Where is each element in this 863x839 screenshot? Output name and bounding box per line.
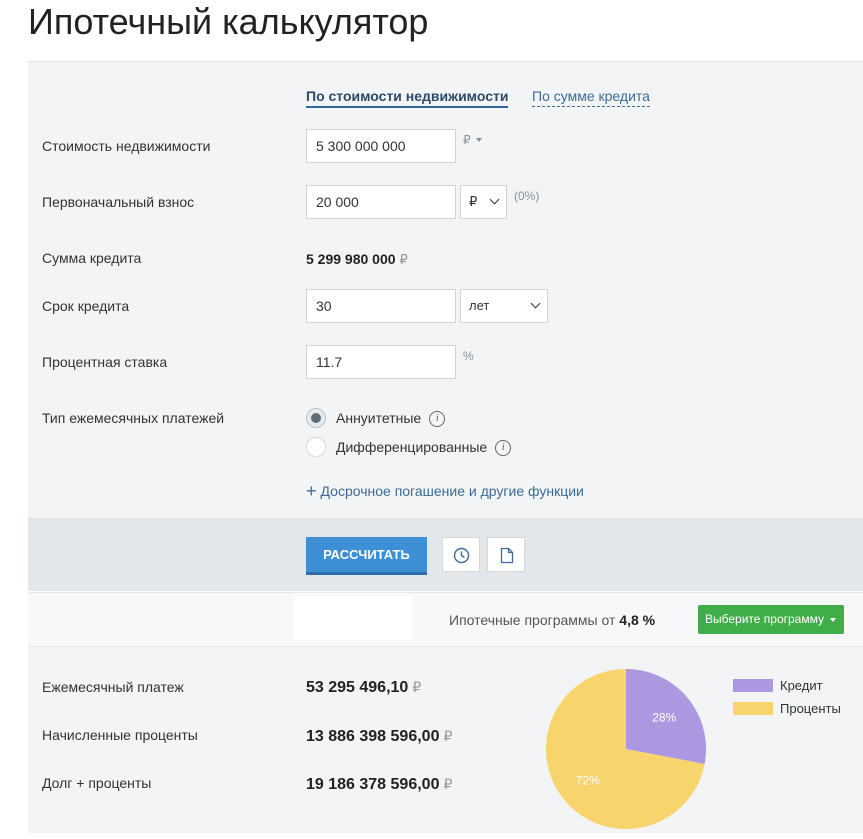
total-value: 19 186 378 596,00 ₽ [306,776,452,794]
radio-differentiated[interactable] [306,437,326,457]
chevron-down-icon [489,194,500,205]
more-options-label: Досрочное погашение и другие функции [320,483,584,499]
monthly-payment-currency: ₽ [412,679,422,695]
chevron-down-icon [530,298,541,309]
promo-label: Ипотечные программы от [449,612,616,628]
payment-pie-chart: 28% 72% [546,669,706,829]
differentiated-label: Дифференцированные [336,439,488,455]
choose-program-label: Выберите программу [705,612,824,626]
term-unit-value: лет [469,298,490,313]
tab-by-loan-amount[interactable]: По сумме кредита [532,88,650,107]
total-number: 19 186 378 596,00 [306,776,440,793]
legend-label-credit: Кредит [780,678,823,693]
rate-label: Процентная ставка [42,354,168,370]
clock-icon [453,547,470,564]
legend-swatch-credit [733,679,773,692]
down-payment-label: Первоначальный взнос [42,194,195,210]
loan-amount-currency: ₽ [399,252,408,267]
total-currency: ₽ [443,776,453,792]
term-label: Срок кредита [42,298,130,314]
term-unit-select[interactable]: лет [460,289,548,323]
page-title: Ипотечный калькулятор [28,1,429,42]
monthly-payment-label: Ежемесячный платеж [42,679,184,695]
tab-by-property-cost[interactable]: По стоимости недвижимости [306,88,509,108]
annuity-label: Аннуитетные [336,410,422,426]
plus-icon: + [306,481,317,501]
pie-label-credit: 28% [652,710,676,724]
caret-down-icon [830,618,836,622]
total-label: Долг + проценты [42,775,152,791]
property-cost-input[interactable]: 5 300 000 000 [306,129,456,163]
radio-annuity[interactable] [306,408,326,428]
interest-value: 13 886 398 596,00 ₽ [306,728,452,746]
property-cost-currency: ₽ [463,133,471,147]
rate-unit: % [463,349,474,363]
annuity-option: Аннуитетные i [336,410,446,428]
more-options-link[interactable]: + Досрочное погашение и другие функции [306,481,584,502]
term-input[interactable]: 30 [306,289,456,323]
document-icon [500,547,514,564]
monthly-payment-number: 53 295 496,10 [306,679,409,696]
info-icon[interactable]: i [495,440,512,457]
interest-label: Начисленные проценты [42,727,198,743]
down-payment-unit-value: ₽ [469,194,478,209]
legend-swatch-interest [733,702,773,715]
promo-rate: 4,8 % [619,612,656,628]
promo-banner-slot [294,596,412,640]
property-cost-currency-toggle[interactable]: ₽ [463,133,482,147]
monthly-payment-value: 53 295 496,10 ₽ [306,679,421,697]
down-payment-input[interactable]: 20 000 [306,185,456,219]
loan-amount-label: Сумма кредита [42,250,142,266]
history-button[interactable] [442,537,480,572]
legend-label-interest: Проценты [780,701,841,716]
property-cost-label: Стоимость недвижимости [42,138,211,154]
interest-currency: ₽ [443,728,453,744]
info-icon[interactable]: i [429,411,446,428]
document-button[interactable] [487,537,525,572]
differentiated-option: Дифференцированные i [336,439,512,457]
loan-amount-number: 5 299 980 000 [306,251,396,267]
interest-number: 13 886 398 596,00 [306,728,440,745]
pie-label-interest: 72% [576,774,600,788]
choose-program-button[interactable]: Выберите программу [698,605,844,634]
payment-type-label: Тип ежемесячных платежей [42,410,225,426]
caret-down-icon [475,138,482,142]
loan-amount-value: 5 299 980 000 ₽ [306,251,408,268]
down-payment-unit-select[interactable]: ₽ [460,185,507,219]
calculate-button[interactable]: РАССЧИТАТЬ [306,537,427,572]
rate-input[interactable]: 11.7 [306,345,456,379]
down-payment-percent: (0%) [514,189,540,203]
promo-text: Ипотечные программы от 4,8 % [449,612,655,628]
